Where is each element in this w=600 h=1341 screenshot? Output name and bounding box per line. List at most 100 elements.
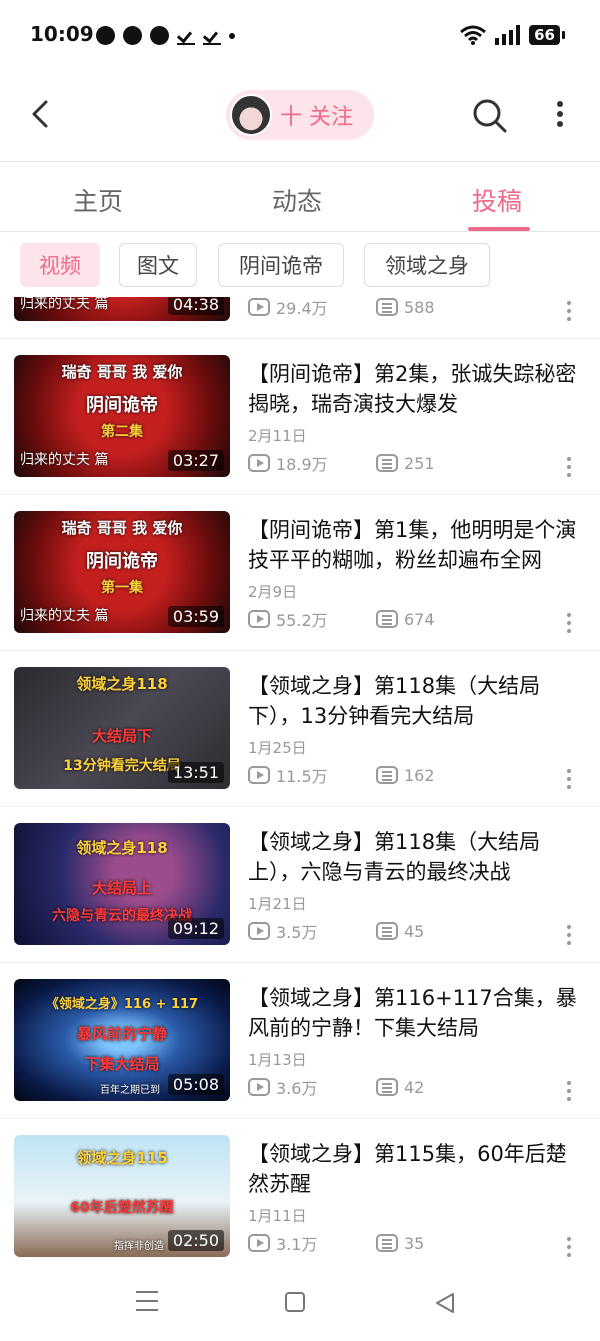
home-icon[interactable] (285, 1292, 305, 1312)
video-date: 2月9日 (248, 583, 298, 601)
list-item[interactable]: 瑞奇 哥哥 我 爱你 阴间诡帝 第一集 归来的丈夫 篇 03:59 【阴间诡帝】… (0, 495, 600, 651)
thumbnail-caption: 瑞奇 哥哥 我 爱你 (61, 519, 183, 537)
view-count: 55.2万 (276, 611, 328, 630)
danmaku-icon (376, 1234, 398, 1252)
video-duration: 03:59 (167, 606, 224, 627)
item-more-icon[interactable] (566, 925, 572, 947)
check-icon (177, 27, 195, 45)
video-duration: 02:50 (167, 1230, 224, 1251)
play-count-icon (248, 922, 270, 940)
danmaku-count: 35 (404, 1233, 425, 1253)
notification-icons (96, 26, 235, 45)
video-thumbnail[interactable]: 瑞奇 哥哥 我 爱你 阴间诡帝 第一集 归来的丈夫 篇 03:59 (14, 511, 230, 633)
profile-header: 十 关注 (0, 70, 600, 162)
view-count: 18.9万 (276, 455, 328, 474)
thumbnail-caption: 《领域之身》116 + 117 (45, 997, 199, 1012)
video-duration: 05:08 (167, 1074, 224, 1095)
pinterest-icon (123, 26, 142, 45)
item-more-icon[interactable] (566, 457, 572, 479)
tab-dynamic[interactable]: 动态 (272, 182, 322, 218)
battery-indicator: 66 (529, 25, 565, 45)
video-date: 1月11日 (248, 1207, 307, 1225)
thumbnail-caption: 领域之身115 (76, 1149, 168, 1167)
wifi-icon (460, 25, 487, 45)
danmaku-icon (376, 298, 398, 316)
video-title[interactable]: 【阴间诡帝】第1集，他明明是个演技平平的糊咖，粉丝却遍布全网 (248, 515, 578, 575)
chrome-icon (96, 26, 115, 45)
danmaku-count: 42 (404, 1077, 425, 1097)
video-meta: 3.6万 42 (248, 1075, 424, 1099)
item-more-icon[interactable] (566, 769, 572, 791)
video-thumbnail[interactable]: 领域之身115 60年后楚然苏醒 指挥非创造 02:50 (14, 1135, 230, 1257)
view-count: 3.6万 (276, 1079, 318, 1098)
thumbnail-caption: 第二集 (101, 424, 143, 440)
thumbnail-caption: 归来的丈夫 篇 (20, 608, 109, 624)
follow-label: 十 关注 (280, 105, 353, 130)
item-more-icon[interactable] (566, 1237, 572, 1259)
item-more-icon[interactable] (566, 1081, 572, 1103)
video-list: 归来的丈夫 篇 04:38 29.4万 588 瑞奇 哥哥 我 爱你 阴间诡帝 … (0, 297, 600, 1267)
filter-yinjian-guidi[interactable]: 阴间诡帝 (218, 243, 344, 287)
video-thumbnail[interactable]: 领域之身118 大结局上 六隐与青云的最终决战 09:12 (14, 823, 230, 945)
play-count-icon (248, 298, 270, 316)
list-item[interactable]: 《领域之身》116 + 117 暴风前的宁静 下集大结局 百年之期已到 05:0… (0, 963, 600, 1119)
video-thumbnail[interactable]: 《领域之身》116 + 117 暴风前的宁静 下集大结局 百年之期已到 05:0… (14, 979, 230, 1101)
tab-submissions[interactable]: 投稿 (472, 182, 522, 218)
list-item[interactable]: 领域之身118 大结局下 13分钟看完大结局 13:51 【领域之身】第118集… (0, 651, 600, 807)
profile-tabs: 主页 动态 投稿 (0, 162, 600, 232)
view-count: 11.5万 (276, 767, 328, 786)
filter-lingyu-zhishen[interactable]: 领域之身 (364, 243, 490, 287)
nav-back-icon[interactable] (434, 1292, 456, 1314)
video-title[interactable]: 【领域之身】第118集（大结局下），13分钟看完大结局 (248, 671, 578, 731)
status-right: 66 (459, 24, 565, 46)
list-item[interactable]: 领域之身118 大结局上 六隐与青云的最终决战 09:12 【领域之身】第118… (0, 807, 600, 963)
thumbnail-caption: 下集大结局 (84, 1055, 160, 1073)
view-count: 3.5万 (276, 923, 318, 942)
danmaku-icon (376, 1078, 398, 1096)
item-more-icon[interactable] (566, 613, 572, 635)
filter-image-text[interactable]: 图文 (119, 243, 197, 287)
video-title[interactable]: 【阴间诡帝】第2集，张诚失踪秘密揭晓，瑞奇演技大爆发 (248, 359, 578, 419)
back-icon[interactable] (24, 96, 60, 132)
filter-video[interactable]: 视频 (20, 243, 100, 287)
thumbnail-caption: 百年之期已到 (100, 1085, 160, 1096)
video-thumbnail[interactable]: 归来的丈夫 篇 04:38 (14, 297, 230, 321)
view-count: 3.1万 (276, 1235, 318, 1254)
thumbnail-caption: 阴间诡帝 (86, 395, 158, 416)
tab-home[interactable]: 主页 (73, 182, 123, 218)
video-meta: 29.4万 588 (248, 297, 435, 319)
list-item[interactable]: 归来的丈夫 篇 04:38 29.4万 588 (0, 297, 600, 339)
item-more-icon[interactable] (566, 301, 572, 323)
danmaku-icon (376, 766, 398, 784)
video-title[interactable]: 【领域之身】第118集（大结局上），六隐与青云的最终决战 (248, 827, 578, 887)
recent-apps-icon[interactable] (136, 1291, 158, 1311)
video-meta: 55.2万 674 (248, 607, 435, 631)
thumbnail-caption: 领域之身118 (76, 839, 168, 857)
danmaku-count: 588 (404, 297, 435, 317)
thumbnail-caption: 指挥非创造 (114, 1241, 164, 1252)
danmaku-count: 251 (404, 453, 435, 473)
thumbnail-caption: 大结局上 (91, 879, 152, 897)
video-title[interactable]: 【领域之身】第115集，60年后楚然苏醒 (248, 1139, 578, 1199)
play-count-icon (248, 454, 270, 472)
play-count-icon (248, 766, 270, 784)
video-thumbnail[interactable]: 瑞奇 哥哥 我 爱你 阴间诡帝 第二集 归来的丈夫 篇 03:27 (14, 355, 230, 477)
video-title[interactable]: 【领域之身】第116+117合集，暴风前的宁静！下集大结局 (248, 983, 578, 1043)
follow-button[interactable]: 十 关注 (226, 90, 374, 140)
dot-icon (229, 32, 235, 39)
video-meta: 11.5万 162 (248, 763, 435, 787)
video-date: 1月25日 (248, 739, 307, 757)
video-thumbnail[interactable]: 领域之身118 大结局下 13分钟看完大结局 13:51 (14, 667, 230, 789)
list-item[interactable]: 瑞奇 哥哥 我 爱你 阴间诡帝 第二集 归来的丈夫 篇 03:27 【阴间诡帝】… (0, 339, 600, 495)
list-item[interactable]: 领域之身115 60年后楚然苏醒 指挥非创造 02:50 【领域之身】第115集… (0, 1119, 600, 1267)
thumbnail-caption: 暴风前的宁静 (76, 1025, 167, 1043)
danmaku-count: 674 (404, 609, 435, 629)
more-options-icon[interactable] (548, 98, 572, 134)
video-meta: 3.5万 45 (248, 919, 424, 943)
video-date: 1月13日 (248, 1051, 307, 1069)
filter-chips: 视频 图文 阴间诡帝 领域之身 (0, 240, 600, 294)
weibo-icon (150, 26, 169, 45)
search-icon[interactable] (470, 96, 510, 136)
status-bar: 10:09 66 (0, 0, 600, 70)
play-count-icon (248, 1234, 270, 1252)
